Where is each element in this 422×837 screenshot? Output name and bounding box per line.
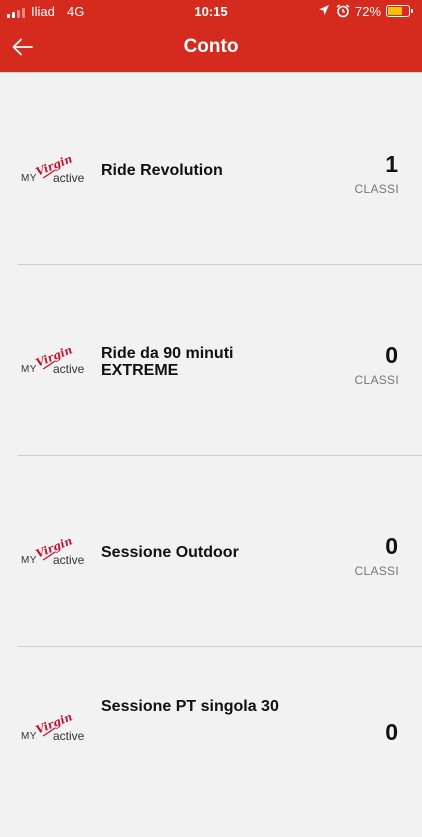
class-count: 0 [385,533,398,559]
battery-icon [386,5,413,17]
class-name: Sessione PT singola 30 [101,698,279,715]
class-unit: CLASSI [354,182,399,196]
class-count: 0 [385,342,398,368]
divider [18,646,422,647]
class-unit: CLASSI [354,373,399,387]
class-count: 1 [385,151,398,177]
list-item[interactable]: MY Virgin active Ride Revolution 1 CLASS… [0,72,422,264]
class-name: Sessione Outdoor [101,544,239,561]
alarm-icon [336,4,350,18]
divider [18,455,422,456]
page-title: Conto [183,36,239,57]
class-name: Ride da 90 minuti EXTREME [101,345,234,379]
list-item[interactable]: MY Virgin active Ride da 90 minuti EXTRE… [0,264,422,455]
membership-list: MY Virgin active Ride Revolution 1 CLASS… [0,72,422,837]
class-count: 0 [385,719,398,745]
app-header: Iliad 4G 10:15 72% Conto [0,0,422,72]
status-bar: Iliad 4G 10:15 72% [0,0,422,24]
list-item[interactable]: MY Virgin active Sessione PT singola 30 … [0,646,422,837]
class-name: Ride Revolution [101,162,223,179]
battery-percent: 72% [355,4,382,19]
my-virgin-active-logo: MY Virgin active [21,710,85,743]
my-virgin-active-logo: MY Virgin active [21,343,85,376]
list-item[interactable]: MY Virgin active Sessione Outdoor 0 CLAS… [0,455,422,646]
my-virgin-active-logo: MY Virgin active [21,152,85,185]
my-virgin-active-logo: MY Virgin active [21,534,85,567]
divider [18,264,422,265]
location-arrow-icon [319,5,329,15]
class-unit: CLASSI [354,564,399,578]
